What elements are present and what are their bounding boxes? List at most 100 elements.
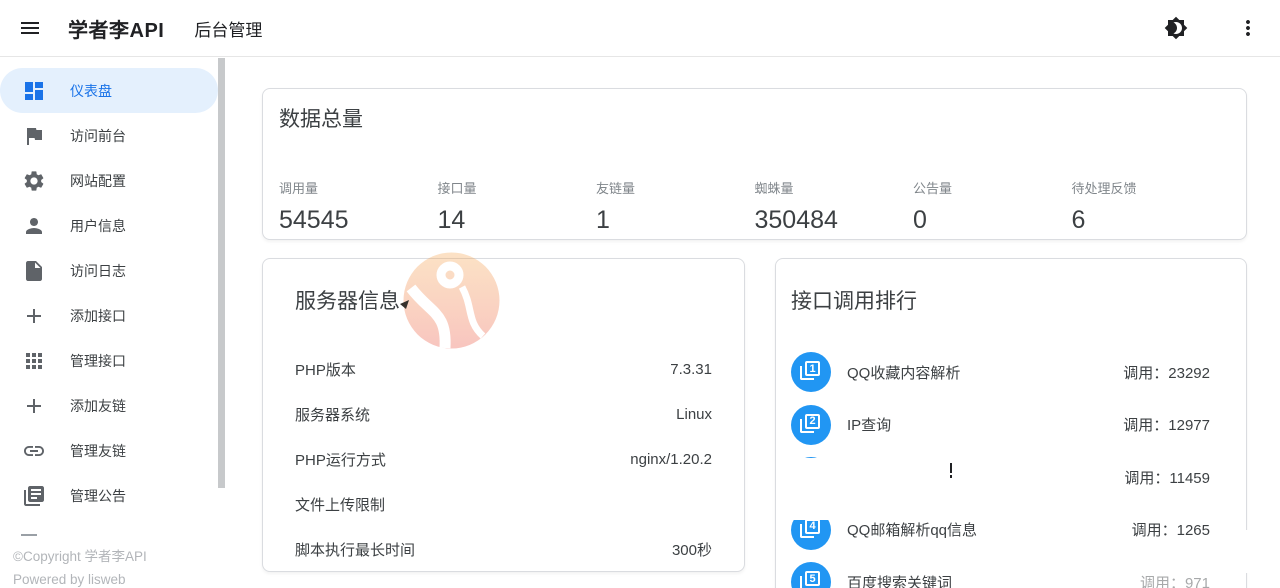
sidebar-item-label: 管理公告 [70,487,126,504]
server-info-row: 服务器系统 Linux [295,392,712,437]
api-call-count: 调用：11459 [1124,469,1210,487]
api-name: IP查询 [847,417,892,435]
server-rows: PHP版本 7.3.31 服务器系统 Linux PHP运行方式 nginx/1… [295,347,712,572]
dark-mode-toggle-icon[interactable] [1164,16,1188,40]
sidebar-item-label: 管理接口 [70,352,126,369]
main-content: 数据总量 调用量 54545 接口量 14 友链量 1 蜘蛛量 350484 公… [225,57,1280,588]
sidebar-item-label: 管理友链 [70,442,126,459]
gear-icon [22,169,46,193]
stat-column: 接口量 14 [438,178,597,235]
apps-grid-icon [22,349,46,373]
stat-column: 待处理反馈 6 [1072,178,1231,235]
stat-label: 公告量 [913,181,953,196]
ranking-row: 2 IP查询 调用：12977 [776,399,1246,452]
server-card-title: 服务器信息 [295,290,400,313]
plus-icon [22,304,46,328]
sidebar-menu-item[interactable]: 添加接口 [0,293,218,338]
stat-column: 蜘蛛量 350484 [755,178,914,235]
sidebar-menu-item[interactable]: 用户信息 [0,203,218,248]
flag-icon [22,124,46,148]
sidebar: 仪表盘 访问前台 网站配置 用户信息 访问日志 添加接口 管理接口 添加友链 管… [0,57,225,588]
sidebar-menu-item[interactable]: 管理友链 [0,428,218,473]
sidebar-menu: 仪表盘 访问前台 网站配置 用户信息 访问日志 添加接口 管理接口 添加友链 管… [0,57,225,518]
api-name: 百度搜索关键词 [847,574,953,588]
person-icon [22,214,46,238]
server-info-row: 文件上传限制 [295,482,712,527]
data-overview-card: 数据总量 调用量 54545 接口量 14 友链量 1 蜘蛛量 350484 公… [262,88,1247,240]
sidebar-item-label: 添加接口 [70,307,126,324]
menu-hamburger-icon[interactable] [18,16,42,40]
overview-card-title: 数据总量 [279,108,363,131]
mouse-cursor-artifact [400,297,410,315]
stat-value: 6 [1071,206,1086,234]
library-icon [22,484,46,508]
stat-column: 公告量 0 [913,178,1072,235]
server-info-card: 服务器信息 PHP版本 7.3.31 服务器系统 Linux PHP运行方式 n… [262,258,745,572]
sidebar-item-label: 访问前台 [70,127,126,144]
sidebar-menu-item[interactable]: 添加友链 [0,383,218,428]
sidebar-menu-item[interactable]: 仪表盘 [0,68,218,113]
api-name: QQ邮箱解析qq信息 [847,522,978,540]
ranking-card-title: 接口调用排行 [791,290,917,313]
server-row-value: 300秒 [671,542,712,559]
powered-by-text: Powered by lisweb [13,572,126,587]
rank-number-icon: 2 [791,404,831,445]
api-call-count: 调用：971 [1139,574,1210,588]
sidebar-item-label: 访问日志 [70,262,126,279]
stat-label: 友链量 [596,181,636,196]
file-icon [22,259,46,283]
sidebar-item-label: 用户信息 [70,217,126,234]
stat-label: 蜘蛛量 [754,181,794,196]
api-ranking-card: 接口调用排行 1 QQ收藏内容解析 调用：23292 2 IP查询 调用：129… [775,258,1247,588]
sidebar-menu-item[interactable]: 管理接口 [0,338,218,383]
white-overlay-patch-edge [1240,530,1280,573]
nav-backend-link[interactable]: 后台管理 [194,16,262,41]
stat-value: 350484 [754,206,838,234]
stat-value: 54545 [279,206,349,234]
server-row-value: Linux [676,406,712,423]
sidebar-menu-item[interactable]: 访问日志 [0,248,218,293]
stat-value: 14 [437,206,466,234]
server-row-value: nginx/1.20.2 [630,451,712,468]
server-row-label: 服务器系统 [295,407,371,424]
api-call-count: 调用：1265 [1131,522,1210,540]
api-call-count: 调用：12977 [1123,417,1210,435]
rank-number-icon: 5 [791,562,831,588]
sidebar-footer: ©Copyright 学者李API Powered by lisweb [13,545,225,588]
top-app-bar: 学者李API 后台管理 [0,0,1280,57]
sidebar-scrollbar-thumb[interactable] [218,58,225,488]
server-info-row: PHP运行方式 nginx/1.20.2 [295,437,712,482]
stats-row: 调用量 54545 接口量 14 友链量 1 蜘蛛量 350484 公告量 0 … [279,178,1230,235]
sidebar-menu-item[interactable]: 网站配置 [0,158,218,203]
sidebar-menu-item[interactable]: 管理公告 [0,473,218,518]
server-row-label: 脚本执行最长时间 [295,542,416,559]
white-overlay-patch [776,458,1040,520]
server-info-row: 脚本执行最长时间 300秒 [295,527,712,572]
dashboard-icon [22,79,46,103]
server-row-label: PHP运行方式 [295,452,386,469]
api-name: QQ收藏内容解析 [847,364,961,382]
app-title: 学者李API [68,19,165,42]
text-caret-artifact [950,463,952,478]
stat-label: 接口量 [437,181,477,196]
stat-label: 待处理反馈 [1071,181,1137,196]
server-row-value: 7.3.31 [670,361,712,378]
sidebar-item-label: 添加友链 [70,397,126,414]
plus-icon [22,394,46,418]
server-row-label: 文件上传限制 [295,497,386,514]
api-call-count: 调用：23292 [1123,364,1210,382]
sidebar-menu-item[interactable]: 访问前台 [0,113,218,158]
more-options-icon[interactable] [1236,16,1260,40]
server-row-label: PHP版本 [295,362,356,379]
link-icon [22,439,46,463]
server-info-row: PHP版本 7.3.31 [295,347,712,392]
stat-label: 调用量 [279,181,319,196]
stat-column: 调用量 54545 [279,178,438,235]
copyright-text: ©Copyright 学者李API [13,549,147,564]
stat-value: 1 [596,206,610,234]
sidebar-item-label: 网站配置 [70,172,126,189]
rank-number-icon: 1 [791,352,831,393]
ranking-row: 1 QQ收藏内容解析 调用：23292 [776,346,1246,399]
ranking-row: 5 百度搜索关键词 调用：971 [776,556,1246,588]
stat-value: 0 [913,206,927,234]
